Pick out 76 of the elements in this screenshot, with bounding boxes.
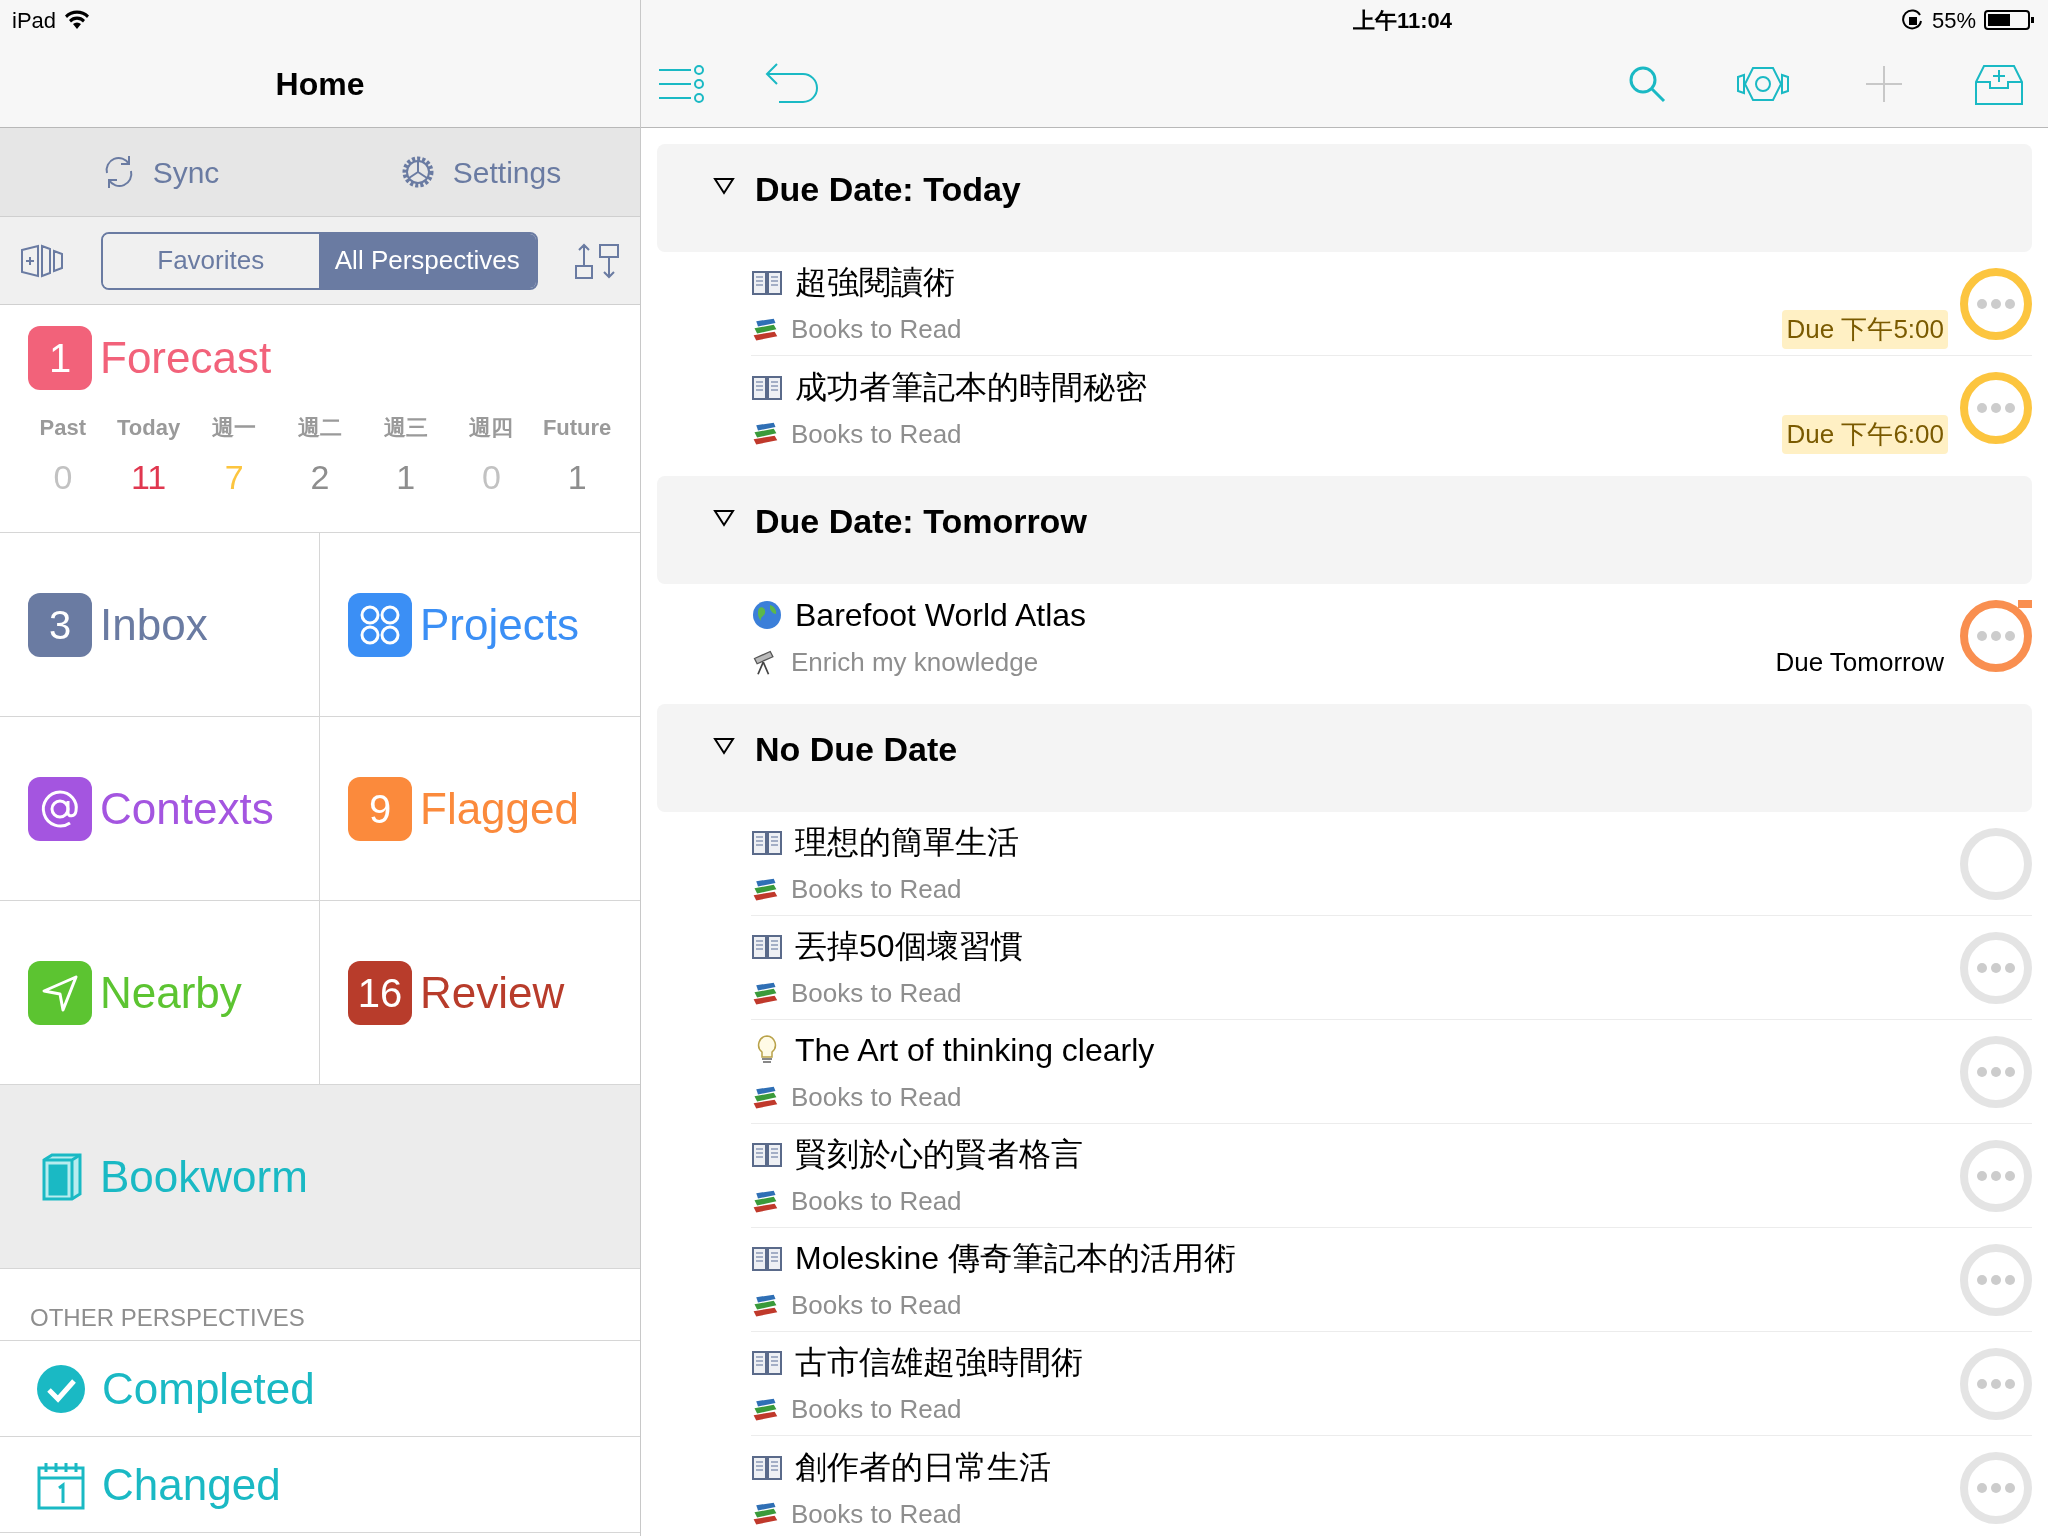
count-badge: 1 [28, 326, 92, 390]
task-title[interactable]: 超強閱讀術 [795, 258, 955, 306]
perspective-tile[interactable]: Projects [320, 533, 640, 717]
forecast-day-count[interactable]: 2 [310, 460, 330, 494]
focus-icon[interactable] [1736, 64, 1790, 103]
forecast-day-label: Future [542, 414, 612, 442]
battery-percent: 55% [1931, 6, 1976, 35]
task-project: Books to Read [791, 1393, 963, 1426]
count-badge: 3 [28, 592, 92, 657]
sync-button[interactable]: Sync [0, 128, 320, 216]
search-icon[interactable] [1628, 64, 1666, 103]
perspective-tile[interactable]: 16 Review [320, 901, 640, 1085]
battery-icon [1984, 9, 2036, 31]
checkmark-circle-icon [36, 1363, 86, 1414]
forecast-day-label: Today [117, 414, 181, 442]
perspective-label: Nearby [100, 966, 242, 1019]
count-badge: 16 [348, 960, 412, 1025]
task-project: Books to Read [791, 1289, 963, 1322]
undo-icon[interactable] [763, 61, 819, 106]
task-title[interactable]: 理想的簡單生活 [795, 818, 1019, 866]
group-header[interactable]: No Due Date [657, 704, 2032, 812]
forecast-day-label: 週一 [212, 414, 257, 442]
due-label: Due Tomorrow [1774, 645, 1945, 679]
due-label: Due 下午5:00 [1782, 310, 1948, 349]
perspective-label: Flagged [420, 782, 579, 835]
task-title[interactable]: Moleskine 傳奇筆記本的活用術 [795, 1234, 1236, 1282]
task-project: Books to Read [791, 417, 963, 451]
task-project: Books to Read [791, 1081, 963, 1114]
add-perspective-icon[interactable] [20, 243, 64, 278]
sidebar-title: Home [275, 64, 365, 104]
wifi-icon [64, 10, 91, 30]
status-time: 上午11:04 [1352, 6, 1452, 35]
due-label: Due 下午6:00 [1782, 414, 1948, 454]
rotation-lock-icon [1901, 9, 1924, 31]
perspective-label: Projects [420, 598, 579, 651]
perspective-label: Review [420, 966, 565, 1019]
segment-tab[interactable]: All Perspectives [319, 233, 536, 288]
task-title[interactable]: 創作者的日常生活 [795, 1442, 1051, 1491]
add-icon[interactable] [1864, 63, 1904, 104]
perspective-label: Contexts [100, 782, 274, 835]
forecast-day-count[interactable]: 1 [396, 460, 416, 494]
task-title[interactable]: 成功者筆記本的時間秘密 [795, 362, 1147, 411]
task-project: Books to Read [791, 873, 963, 906]
perspective-tile[interactable]: Nearby [0, 901, 320, 1085]
perspective-tile[interactable]: Contexts [0, 717, 320, 901]
perspective-tile[interactable]: 3 Inbox [0, 533, 320, 717]
perspective-tile[interactable]: 9 Flagged [320, 717, 640, 901]
task-project: Enrich my knowledge [791, 645, 1040, 679]
group-header[interactable]: Due Date: Today [657, 144, 2032, 252]
task-title[interactable]: The Art of thinking clearly [795, 1026, 1155, 1074]
menu-icon[interactable] [657, 63, 705, 104]
reorder-icon[interactable] [574, 241, 620, 280]
task-title[interactable]: 賢刻於心的賢者格言 [795, 1130, 1083, 1178]
section-header: OTHER PERSPECTIVES [30, 1303, 305, 1333]
task-title[interactable]: 古市信雄超強時間術 [795, 1338, 1083, 1386]
device-name: iPad [12, 6, 57, 35]
book-icon [40, 1151, 84, 1202]
perspective-row[interactable]: Changed [0, 1437, 640, 1533]
forecast-day-label: 週二 [298, 414, 342, 442]
perspective-label: Inbox [100, 598, 208, 651]
forecast-item[interactable]: 1 Forecast [28, 325, 612, 391]
task-project: Books to Read [791, 1185, 963, 1218]
task-title[interactable]: Barefoot World Atlas [795, 590, 1087, 639]
task-project: Books to Read [791, 1497, 963, 1531]
settings-button[interactable]: Settings [320, 128, 640, 216]
task-project: Books to Read [791, 977, 963, 1010]
perspective-row[interactable]: Completed [0, 1341, 640, 1437]
group-header[interactable]: Due Date: Tomorrow [657, 476, 2032, 584]
forecast-day-count[interactable]: 11 [130, 460, 167, 494]
task-title[interactable]: 丟掉50個壞習慣 [795, 922, 1023, 970]
forecast-day-label: Past [39, 414, 87, 442]
task-project: Books to Read [791, 313, 963, 346]
forecast-day-count[interactable]: 1 [567, 460, 587, 494]
forecast-day-label: 週四 [469, 414, 514, 442]
count-badge: 9 [348, 776, 412, 841]
forecast-day-label: 週三 [383, 414, 428, 442]
